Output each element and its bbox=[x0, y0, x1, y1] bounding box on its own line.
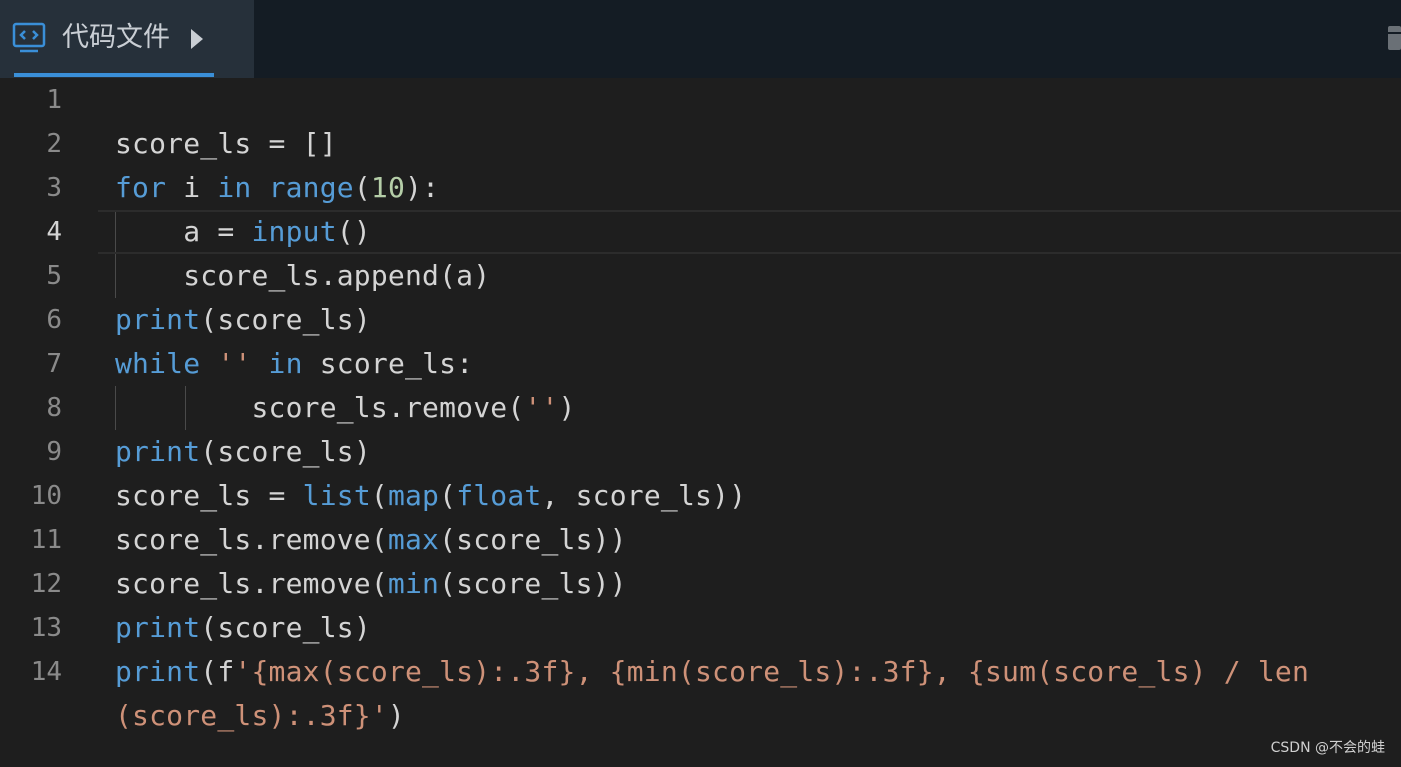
code-token: print bbox=[115, 611, 201, 644]
code-token: score_ls = [] bbox=[115, 127, 337, 160]
code-token: float bbox=[456, 479, 542, 512]
code-token: print bbox=[115, 435, 201, 468]
code-token: ) bbox=[558, 391, 576, 424]
code-token: ( bbox=[439, 479, 457, 512]
tab-bar: 代码文件 bbox=[0, 0, 1401, 78]
code-token: print bbox=[115, 655, 201, 688]
code-token: score_ls.remove( bbox=[115, 567, 388, 600]
code-token: (score_ls) bbox=[200, 435, 371, 468]
code-text: print(score_ls) bbox=[115, 430, 371, 474]
code-token: ) bbox=[387, 699, 405, 732]
code-token: in bbox=[217, 171, 252, 204]
code-text: for i in range(10): bbox=[115, 166, 439, 210]
line-number: 11 bbox=[30, 525, 62, 555]
line-number: 12 bbox=[30, 569, 62, 599]
code-token: (score_ls) bbox=[200, 611, 371, 644]
code-line[interactable]: 1 bbox=[0, 78, 1401, 122]
code-token: ( bbox=[370, 479, 388, 512]
line-number: 6 bbox=[46, 305, 62, 335]
code-token: list bbox=[302, 479, 371, 512]
code-token: (score_ls):.3f}' bbox=[115, 699, 388, 732]
line-number: 14 bbox=[30, 657, 62, 687]
code-text: while '' in score_ls: bbox=[115, 342, 473, 386]
code-text: print(f'{max(score_ls):.3f}, {min(score_… bbox=[115, 650, 1309, 694]
code-text: score_ls.remove('') bbox=[115, 386, 576, 430]
code-line[interactable]: 6 print(score_ls) bbox=[0, 298, 1401, 342]
line-number: 4 bbox=[46, 217, 62, 247]
code-token: max bbox=[387, 523, 440, 556]
code-token: score_ls.remove( bbox=[115, 523, 388, 556]
code-line[interactable]: 11 score_ls.remove(max(score_ls)) bbox=[0, 518, 1401, 562]
watermark: CSDN @不会的蛙 bbox=[1270, 740, 1385, 756]
code-token: in bbox=[268, 347, 303, 380]
code-token: '' bbox=[524, 391, 559, 424]
code-text: (score_ls):.3f}') bbox=[115, 694, 405, 738]
line-number: 9 bbox=[46, 437, 62, 467]
code-token: score_ls: bbox=[302, 347, 474, 380]
line-number: 5 bbox=[46, 261, 62, 291]
code-text: print(score_ls) bbox=[115, 298, 371, 342]
line-number: 8 bbox=[46, 393, 62, 423]
code-token: min bbox=[387, 567, 440, 600]
line-number: 3 bbox=[46, 173, 62, 203]
code-line[interactable]: 9 print(score_ls) bbox=[0, 430, 1401, 474]
code-line[interactable]: (score_ls):.3f}') bbox=[0, 694, 1401, 738]
code-token: (score_ls) bbox=[200, 303, 371, 336]
code-token: map bbox=[387, 479, 440, 512]
code-token: for bbox=[115, 171, 167, 204]
panel-layout-icon[interactable] bbox=[1386, 26, 1401, 50]
line-number: 7 bbox=[46, 349, 62, 379]
code-line[interactable]: 13 print(score_ls) bbox=[0, 606, 1401, 650]
code-text: print(score_ls) bbox=[115, 606, 371, 650]
code-token: (f bbox=[200, 655, 235, 688]
active-tab-indicator bbox=[14, 73, 214, 77]
tab-code-file[interactable]: 代码文件 bbox=[0, 0, 254, 78]
code-token: print bbox=[115, 303, 201, 336]
code-token: ): bbox=[405, 171, 440, 204]
play-arrow-icon[interactable] bbox=[189, 27, 205, 51]
code-line[interactable]: 4 a = input() bbox=[0, 210, 1401, 254]
code-token: (score_ls)) bbox=[439, 523, 627, 556]
line-number: 13 bbox=[30, 613, 62, 643]
code-line[interactable]: 2 score_ls = [] bbox=[0, 122, 1401, 166]
code-text: score_ls = [] bbox=[115, 122, 337, 166]
code-token: score_ls.remove( bbox=[115, 391, 525, 424]
line-number: 2 bbox=[46, 129, 62, 159]
code-line[interactable]: 14 print(f'{max(score_ls):.3f}, {min(scor… bbox=[0, 650, 1401, 694]
line-number: 1 bbox=[46, 85, 62, 115]
code-token: score_ls.append(a) bbox=[115, 259, 491, 292]
code-line[interactable]: 5 score_ls.append(a) bbox=[0, 254, 1401, 298]
code-token: a = bbox=[115, 215, 252, 248]
code-text: score_ls = list(map(float, score_ls)) bbox=[115, 474, 746, 518]
code-text: score_ls.append(a) bbox=[115, 254, 490, 298]
code-token: input bbox=[251, 215, 337, 248]
code-line[interactable]: 10 score_ls = list(map(float, score_ls)) bbox=[0, 474, 1401, 518]
code-token: i bbox=[166, 171, 218, 204]
code-token: ( bbox=[353, 171, 371, 204]
code-token: while bbox=[115, 347, 201, 380]
code-token: range bbox=[268, 171, 354, 204]
code-file-icon bbox=[12, 22, 46, 53]
code-line[interactable]: 8 score_ls.remove('') bbox=[0, 386, 1401, 430]
line-number: 10 bbox=[30, 481, 62, 511]
code-token: 10 bbox=[370, 171, 406, 204]
code-line[interactable]: 12 score_ls.remove(min(score_ls)) bbox=[0, 562, 1401, 606]
code-token: , score_ls)) bbox=[541, 479, 747, 512]
code-text: score_ls.remove(max(score_ls)) bbox=[115, 518, 627, 562]
code-text: a = input() bbox=[115, 210, 371, 254]
tab-label: 代码文件 bbox=[62, 22, 170, 53]
code-editor[interactable]: 1 2 score_ls = [] 3 for i in range(10): 4 a =… bbox=[0, 78, 1401, 767]
code-line[interactable]: 7 while '' in score_ls: bbox=[0, 342, 1401, 386]
code-text: score_ls.remove(min(score_ls)) bbox=[115, 562, 627, 606]
code-token: '{max(score_ls):.3f}, {min(score_ls):.3f… bbox=[234, 655, 1310, 688]
code-line[interactable]: 3 for i in range(10): bbox=[0, 166, 1401, 210]
code-token: () bbox=[336, 215, 371, 248]
code-token: score_ls = bbox=[115, 479, 303, 512]
code-token: '' bbox=[217, 347, 252, 380]
code-token: (score_ls)) bbox=[439, 567, 627, 600]
